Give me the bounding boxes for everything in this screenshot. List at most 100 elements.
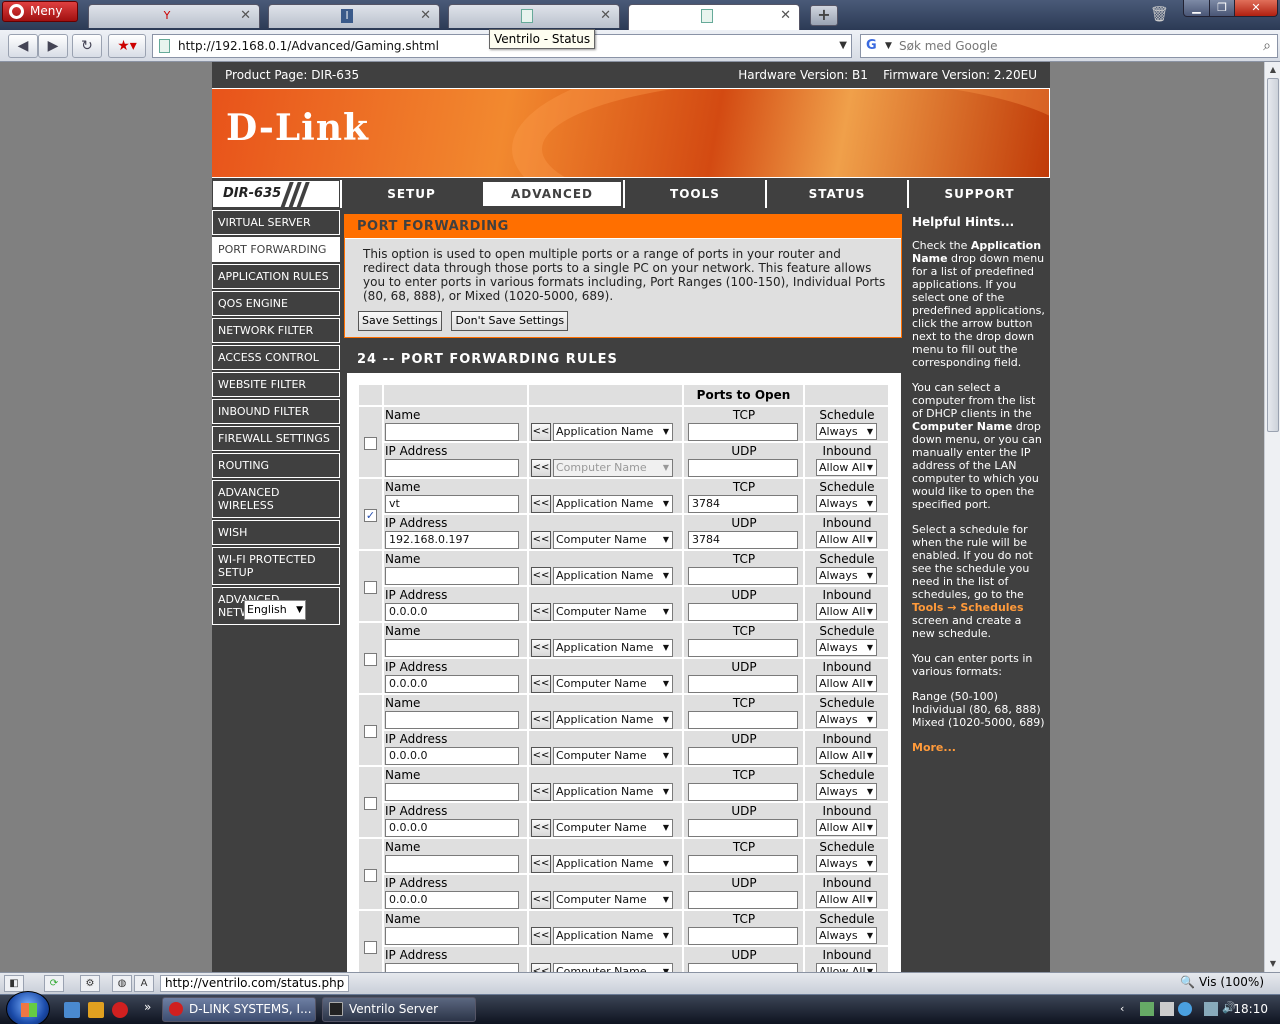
name-input[interactable]: vt — [385, 495, 519, 513]
taskbar-item-ventrilo[interactable]: Ventrilo Server — [322, 997, 476, 1022]
tcp-ports-input[interactable] — [688, 783, 798, 801]
more-icon[interactable]: » — [144, 1000, 151, 1014]
fill-computer-button[interactable]: << — [531, 459, 551, 477]
udp-ports-input[interactable] — [688, 963, 798, 972]
search-icon[interactable]: ⌕ — [1263, 35, 1271, 57]
language-select[interactable]: English ▼ — [244, 600, 306, 620]
tcp-ports-input[interactable] — [688, 423, 798, 441]
sidebar-item-firewall-settings[interactable]: FIREWALL SETTINGS — [212, 426, 340, 451]
name-input[interactable] — [385, 855, 519, 873]
speed-dial-button[interactable]: ★▾ — [108, 34, 146, 58]
udp-ports-input[interactable] — [688, 459, 798, 477]
computer-name-select[interactable]: Computer Name ▼ — [553, 459, 673, 477]
tab-setup[interactable]: SETUP — [340, 180, 481, 208]
name-input[interactable] — [385, 711, 519, 729]
fill-computer-button[interactable]: << — [531, 819, 551, 837]
application-name-select[interactable]: Application Name ▼ — [553, 567, 673, 585]
inbound-filter-select[interactable]: Allow All ▼ — [816, 531, 877, 548]
opera-icon[interactable] — [112, 1002, 128, 1018]
new-tab-button[interactable]: + — [810, 5, 838, 26]
forward-button[interactable]: ▶ — [38, 34, 68, 58]
tcp-ports-input[interactable] — [688, 927, 798, 945]
udp-ports-input[interactable] — [688, 819, 798, 837]
fill-computer-button[interactable]: << — [531, 747, 551, 765]
inbound-filter-select[interactable]: Allow All ▼ — [816, 675, 877, 692]
chevron-down-icon[interactable]: ▼ — [839, 35, 847, 57]
name-input[interactable] — [385, 927, 519, 945]
ip-address-input[interactable]: 0.0.0.0 — [385, 675, 519, 693]
network-icon[interactable] — [1178, 1002, 1192, 1016]
inbound-filter-select[interactable]: Allow All ▼ — [816, 819, 877, 836]
inbound-filter-select[interactable]: Allow All ▼ — [816, 891, 877, 908]
rule-enable-checkbox[interactable] — [364, 437, 377, 450]
taskbar-item-dlink[interactable]: D-LINK SYSTEMS, I... — [162, 997, 316, 1022]
fill-computer-button[interactable]: << — [531, 603, 551, 621]
schedule-select[interactable]: Always ▼ — [816, 783, 877, 800]
tcp-ports-input[interactable] — [688, 711, 798, 729]
application-name-select[interactable]: Application Name ▼ — [553, 855, 673, 873]
schedule-select[interactable]: Always ▼ — [816, 567, 877, 584]
rule-enable-checkbox[interactable] — [364, 581, 377, 594]
tray-icon[interactable] — [1140, 1002, 1154, 1016]
ip-address-input[interactable] — [385, 963, 519, 972]
vertical-scrollbar[interactable]: ▲ ▼ — [1264, 62, 1280, 972]
scrollbar-thumb[interactable] — [1267, 78, 1279, 432]
schedule-select[interactable]: Always ▼ — [816, 639, 877, 656]
name-input[interactable] — [385, 423, 519, 441]
sidebar-item-routing[interactable]: ROUTING — [212, 453, 340, 478]
rule-enable-checkbox[interactable] — [364, 725, 377, 738]
udp-ports-input[interactable] — [688, 603, 798, 621]
start-button[interactable] — [6, 991, 50, 1024]
fill-app-button[interactable]: << — [531, 423, 551, 441]
sidebar-item-port-forwarding[interactable]: PORT FORWARDING — [212, 237, 340, 262]
name-input[interactable] — [385, 567, 519, 585]
computer-name-select[interactable]: Computer Name ▼ — [553, 603, 673, 621]
sidebar-item-inbound-filter[interactable]: INBOUND FILTER — [212, 399, 340, 424]
tab-support[interactable]: SUPPORT — [907, 180, 1050, 208]
images-icon[interactable]: A — [134, 975, 154, 992]
tools-schedules-link[interactable]: Tools → Schedules — [912, 601, 1024, 614]
panel-toggle-icon[interactable]: ◧ — [4, 975, 24, 992]
reload-button[interactable]: ↻ — [72, 34, 102, 58]
name-input[interactable] — [385, 783, 519, 801]
sidebar-item-virtual-server[interactable]: VIRTUAL SERVER — [212, 210, 340, 235]
inbound-filter-select[interactable]: Allow All ▼ — [816, 963, 877, 972]
application-name-select[interactable]: Application Name ▼ — [553, 927, 673, 945]
tab-advanced[interactable]: ADVANCED — [481, 180, 623, 208]
udp-ports-input[interactable] — [688, 675, 798, 693]
rule-enable-checkbox[interactable]: ✓ — [364, 509, 377, 522]
fill-app-button[interactable]: << — [531, 927, 551, 945]
turbo-icon[interactable]: ◍ — [112, 975, 132, 992]
quicklaunch-icon[interactable] — [64, 1002, 80, 1018]
tray-expand-icon[interactable]: ‹ — [1120, 1002, 1124, 1015]
window-close-button[interactable]: ✕ — [1234, 0, 1278, 17]
fill-app-button[interactable]: << — [531, 711, 551, 729]
ip-address-input[interactable]: 0.0.0.0 — [385, 747, 519, 765]
tab-close-icon[interactable]: ✕ — [780, 8, 791, 23]
udp-ports-input[interactable]: 3784 — [688, 531, 798, 549]
tab-status[interactable]: STATUS — [765, 180, 907, 208]
fill-computer-button[interactable]: << — [531, 531, 551, 549]
sidebar-item-qos-engine[interactable]: QOS ENGINE — [212, 291, 340, 316]
application-name-select[interactable]: Application Name ▼ — [553, 783, 673, 801]
save-settings-button[interactable]: Save Settings — [358, 311, 442, 331]
fill-app-button[interactable]: << — [531, 567, 551, 585]
dont-save-settings-button[interactable]: Don't Save Settings — [451, 311, 569, 331]
browser-tab[interactable]: Y ✕ — [88, 4, 260, 28]
browser-tab-active[interactable]: ✕ — [628, 4, 800, 30]
scroll-down-icon[interactable]: ▼ — [1265, 956, 1280, 972]
name-input[interactable] — [385, 639, 519, 657]
sidebar-item-wifi-protected-setup[interactable]: WI-FI PROTECTED SETUP — [212, 547, 340, 585]
application-name-select[interactable]: Application Name ▼ — [553, 495, 673, 513]
sync-icon[interactable]: ⟳ — [44, 975, 64, 992]
udp-ports-input[interactable] — [688, 891, 798, 909]
application-name-select[interactable]: Application Name ▼ — [553, 423, 673, 441]
rule-enable-checkbox[interactable] — [364, 941, 377, 954]
tab-tools[interactable]: TOOLS — [623, 180, 765, 208]
ip-address-input[interactable] — [385, 459, 519, 477]
rule-enable-checkbox[interactable] — [364, 869, 377, 882]
zoom-level[interactable]: 🔍 Vis (100%) — [1180, 975, 1264, 992]
sidebar-item-wish[interactable]: WISH — [212, 520, 340, 545]
sidebar-item-access-control[interactable]: ACCESS CONTROL — [212, 345, 340, 370]
back-button[interactable]: ◀ — [8, 34, 38, 58]
